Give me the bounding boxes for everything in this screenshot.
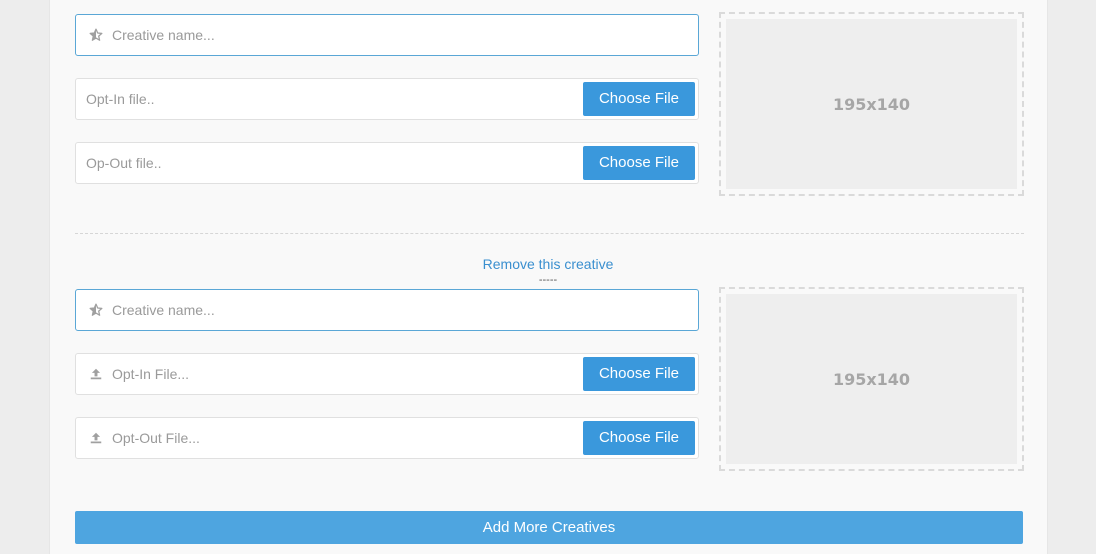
creative-divider [75, 233, 1024, 234]
creative-1-optout-file-field[interactable]: Op-Out file.. Choose File [75, 142, 699, 184]
creative-1-optin-file-field[interactable]: Opt-In file.. Choose File [75, 78, 699, 120]
upload-icon [88, 366, 104, 382]
creative-1-optin-placeholder: Opt-In file.. [86, 91, 155, 107]
creative-2-optout-placeholder: Opt-Out File... [112, 430, 200, 446]
creative-2-optout-file-field[interactable]: Opt-Out File... Choose File [75, 417, 699, 459]
star-half-icon [88, 302, 104, 318]
creative-2-optin-choose-file-button[interactable]: Choose File [583, 357, 695, 391]
creative-1-optout-placeholder: Op-Out file.. [86, 155, 162, 171]
creative-1-preview-size: 195x140 [832, 94, 911, 114]
creative-2-name-input[interactable]: Creative name... [75, 289, 699, 331]
creative-1-name-placeholder: Creative name... [112, 27, 215, 43]
upload-icon [88, 430, 104, 446]
creative-2-optin-placeholder: Opt-In File... [112, 366, 190, 382]
creative-1-name-input[interactable]: Creative name... [75, 14, 699, 56]
creative-1-preview-placeholder: 195x140 [726, 19, 1017, 189]
creative-2-image-preview[interactable]: 195x140 [719, 287, 1024, 471]
creative-1-optin-choose-file-button[interactable]: Choose File [583, 82, 695, 116]
creative-1-optout-choose-file-button[interactable]: Choose File [583, 146, 695, 180]
creative-2-preview-placeholder: 195x140 [726, 294, 1017, 464]
separator-dashes: ----- [538, 274, 558, 286]
star-half-icon [88, 27, 104, 43]
creative-2-preview-size: 195x140 [832, 369, 911, 389]
creative-2-optout-choose-file-button[interactable]: Choose File [583, 421, 695, 455]
add-more-creatives-button[interactable]: Add More Creatives [75, 511, 1023, 544]
creative-1-image-preview[interactable]: 195x140 [719, 12, 1024, 196]
creative-2-optin-file-field[interactable]: Opt-In File... Choose File [75, 353, 699, 395]
remove-creative-link[interactable]: Remove this creative [0, 256, 1096, 272]
creative-2-name-placeholder: Creative name... [112, 302, 215, 318]
